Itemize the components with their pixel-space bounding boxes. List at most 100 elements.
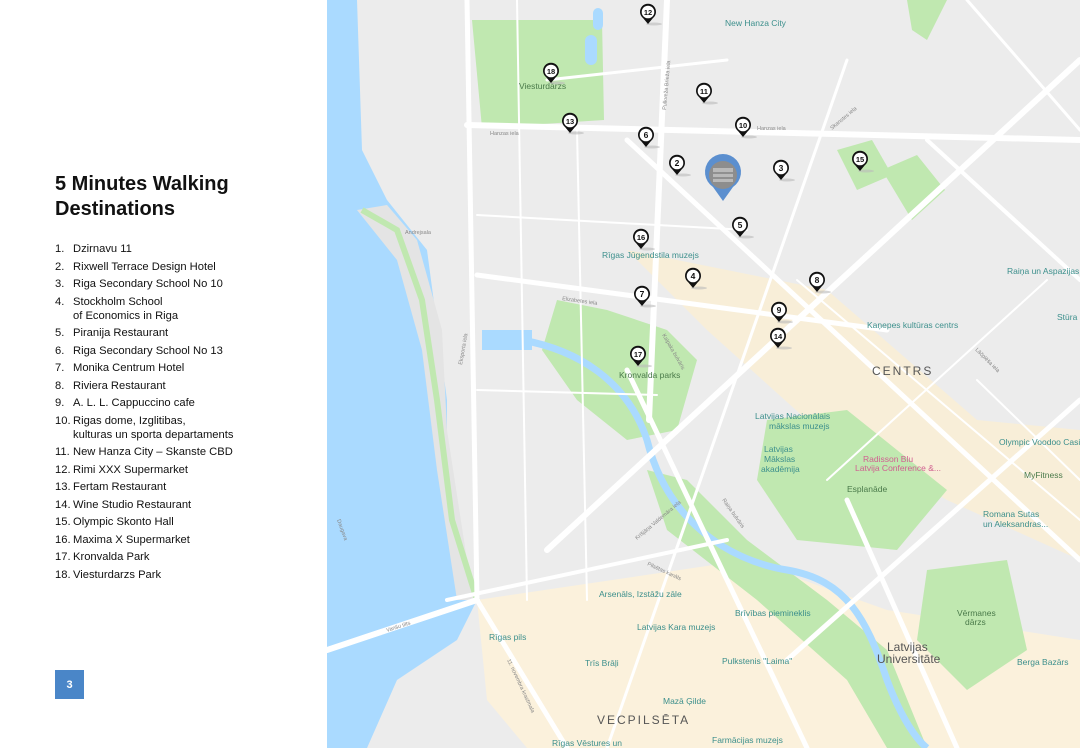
destination-name: Fertam Restaurant (73, 481, 167, 493)
place-label[interactable]: Romana Sutas (983, 509, 1039, 519)
map-marker-12[interactable]: 12 (640, 3, 662, 26)
place-label[interactable]: Kronvalda parks (619, 370, 680, 380)
destination-number: 1. (55, 243, 65, 255)
destination-name: Dzirnavu 11 (73, 243, 132, 255)
place-label[interactable]: New Hanza City (725, 18, 787, 28)
district-label: VECPILSĒTA (597, 713, 690, 727)
marker-number: 17 (634, 350, 642, 359)
place-label[interactable]: un Aleksandras... (983, 519, 1048, 529)
destination-number: 11. (55, 446, 70, 458)
district-label: CENTRS (872, 364, 933, 378)
place-label[interactable]: Brīvības piemineklis (735, 608, 811, 618)
destination-number: 6. (55, 344, 65, 357)
destination-number: 17. (55, 551, 71, 563)
place-label[interactable]: Latvija Conference &... (855, 463, 941, 473)
place-label[interactable]: Rīgas Jūgendstila muzejs (602, 250, 699, 260)
pond (593, 8, 603, 30)
destination-number: 4. (55, 295, 65, 308)
place-label[interactable]: dārzs (965, 617, 986, 627)
destination-name: Olympic Skonto Hall (73, 516, 174, 528)
map-marker-5[interactable]: 5 (732, 216, 754, 239)
map-canvas[interactable]: New Hanza City Viesturdārzs Rīgas Jūgend… (327, 0, 1080, 748)
marker-number: 5 (738, 220, 743, 230)
destination-item: 11. New Hanza City – Skanste CBD (55, 445, 320, 459)
place-label[interactable]: Universitāte (877, 652, 941, 666)
place-label[interactable]: Latvijas Kara muzejs (637, 622, 715, 632)
destination-number: 12. (55, 463, 71, 476)
daugava-river (327, 0, 477, 748)
destination-number: 15. (55, 516, 71, 528)
destination-item: 8. Riviera Restaurant (55, 379, 320, 393)
place-label[interactable]: MyFitness (1024, 470, 1063, 480)
place-label[interactable]: Esplanāde (847, 484, 887, 494)
marker-number: 9 (777, 305, 782, 315)
destination-number: 5. (55, 327, 65, 339)
destination-name: Riga Secondary School No 13 (73, 344, 223, 357)
destination-item: 9. A. L. L. Cappuccino cafe (55, 396, 320, 410)
destination-name: New Hanza City – Skanste CBD (73, 446, 233, 458)
place-label[interactable]: Berga Bazārs (1017, 657, 1069, 667)
destination-name: A. L. L. Cappuccino cafe (73, 397, 195, 409)
destination-number: 3. (55, 278, 65, 290)
marker-number: 15 (856, 155, 864, 164)
place-label[interactable]: Kaņepes kultūras centrs (867, 320, 958, 330)
page-number-badge: 3 (55, 670, 84, 699)
map-marker-16[interactable]: 16 (633, 228, 655, 251)
marker-number: 7 (640, 289, 645, 299)
destination-name: Riga Secondary School No 10 (73, 278, 223, 290)
destination-name: Rimi XXX Supermarket (73, 463, 189, 476)
destination-number: 14. (55, 498, 71, 511)
destination-item: 5. Piranija Restaurant (55, 326, 320, 340)
place-label[interactable]: Farmācijas muzejs (712, 735, 783, 745)
street-label: Eksporta iela (458, 332, 470, 365)
place-label[interactable]: mākslas muzejs (769, 421, 829, 431)
park-ne (907, 0, 947, 40)
destination-item: 3. Riga Secondary School No 10 (55, 277, 320, 291)
place-label[interactable]: Rīgas pils (489, 632, 526, 642)
destination-item: 12. Rimi XXX Supermarket (55, 463, 320, 477)
marker-number: 6 (644, 130, 649, 140)
map-marker-10[interactable]: 10 (735, 116, 757, 139)
place-label[interactable]: Latvijas Nacionālais (755, 411, 830, 421)
place-label[interactable]: Raiņa un Aspazijas m (1007, 266, 1080, 276)
street-label: Hanzas iela (757, 126, 787, 132)
destination-item: 7. Monika Centrum Hotel (55, 361, 320, 375)
marker-number: 18 (547, 67, 555, 76)
destination-number: 9. (55, 397, 65, 409)
destination-name: Rixwell Terrace Design Hotel (73, 260, 216, 273)
map[interactable]: New Hanza City Viesturdārzs Rīgas Jūgend… (327, 0, 1080, 748)
place-label[interactable]: Rīgas Vēstures un (552, 738, 622, 748)
place-label[interactable]: Mākslas (764, 454, 795, 464)
place-label[interactable]: Pulkstenis "Laima" (722, 656, 792, 666)
marker-number: 13 (566, 117, 574, 126)
place-label[interactable]: akadēmija (761, 464, 800, 474)
map-marker-3[interactable]: 3 (773, 159, 795, 182)
place-label[interactable]: Stūra N (1057, 312, 1080, 322)
destination-number: 8. (55, 379, 65, 392)
place-label[interactable]: Arsenāls, Izstāžu zāle (599, 589, 682, 599)
place-label[interactable]: Trīs Brāļi (585, 658, 619, 668)
destination-name: Kronvalda Park (73, 551, 150, 563)
place-label[interactable]: Olympic Voodoo Casino (999, 437, 1080, 447)
street-label: Lāčplēša iela (974, 347, 1002, 375)
destination-item: 6. Riga Secondary School No 13 (55, 344, 320, 358)
map-marker-2[interactable]: 2 (669, 154, 691, 177)
map-marker-11[interactable]: 11 (696, 82, 718, 105)
destination-item: 13. Fertam Restaurant (55, 480, 320, 494)
marker-number: 8 (815, 275, 820, 285)
destination-name: Piranija Restaurant (73, 327, 169, 339)
destination-number: 7. (55, 362, 65, 374)
destination-name: Rigas dome, Izglitibas, kulturas un spor… (73, 414, 234, 441)
pond-2 (585, 35, 597, 65)
place-label[interactable]: Latvijas (764, 444, 793, 454)
destination-item: 17. Kronvalda Park (55, 550, 320, 564)
destination-item: 16. Maxima X Supermarket (55, 533, 320, 547)
marker-number: 3 (779, 163, 784, 173)
destination-name: Wine Studio Restaurant (73, 498, 192, 511)
destination-name: Maxima X Supermarket (73, 533, 190, 546)
place-label[interactable]: Mazā Ģilde (663, 696, 706, 706)
dzirnavu-11-photo-pin[interactable] (705, 154, 741, 201)
street-label: Hanzas iela (490, 131, 520, 137)
marker-number: 14 (774, 332, 783, 341)
marker-number: 11 (700, 87, 708, 96)
